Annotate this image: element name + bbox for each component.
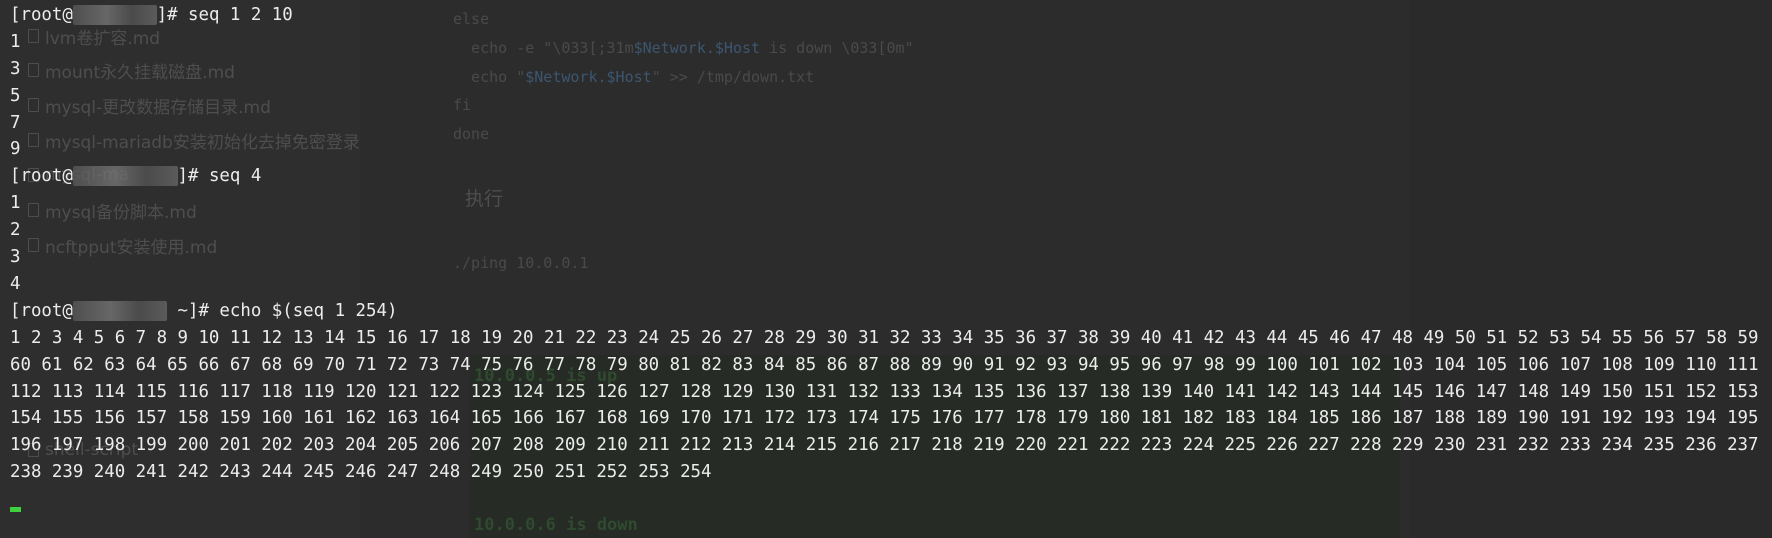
redacted-hostname: xxxxxxxxx (72, 300, 168, 321)
prompt-suffix: ~]# (167, 300, 220, 321)
command-text: seq 1 2 10 (188, 5, 293, 25)
terminal-output[interactable]: [root@xxxxxxxx]# seq 1 2 10 1 3 5 7 9 [r… (10, 2, 1765, 513)
output-line: 3 (10, 58, 21, 79)
prompt-suffix: ]# (156, 5, 189, 25)
seq-output-block: 1 2 3 4 5 6 7 8 9 10 11 12 13 14 15 16 1… (10, 327, 1769, 483)
prompt-line: [root@xxxxxxxx]# seq 1 2 10 (10, 2, 1765, 29)
output-line: 5 (10, 85, 21, 106)
output-line: 7 (10, 112, 21, 133)
output-line: 1 (10, 193, 21, 214)
prompt-user: [root@ (10, 166, 73, 187)
ghost-output-line: 10.0.0.6 is down (474, 515, 638, 535)
output-line: 3 (10, 247, 21, 268)
output-line: 9 (10, 139, 21, 160)
output-line: 4 (10, 273, 21, 294)
command-text: echo $(seq 1 254) (219, 300, 398, 321)
output-line: 1 (10, 31, 21, 52)
command-text: seq 4 (208, 166, 262, 187)
prompt-line: [root@xxxxxxxxx ~]# echo $(seq 1 254) (10, 298, 1765, 325)
terminal-window[interactable]: lvm卷扩容.md mount永久挂载磁盘.md mysql-更改数据存储目录.… (0, 0, 1772, 538)
prompt-line: [root@xxxxxxxxxx]# seq 4 (10, 163, 1765, 190)
redacted-hostname: xxxxxxxxxx (72, 166, 178, 187)
prompt-user: [root@ (10, 300, 73, 321)
redacted-hostname: xxxxxxxx (72, 5, 157, 25)
prompt-suffix: ]# (177, 166, 209, 187)
output-line: 2 (10, 220, 21, 241)
text-cursor (10, 507, 21, 513)
prompt-user: [root@ (10, 5, 73, 25)
cursor-line[interactable] (10, 486, 1765, 513)
